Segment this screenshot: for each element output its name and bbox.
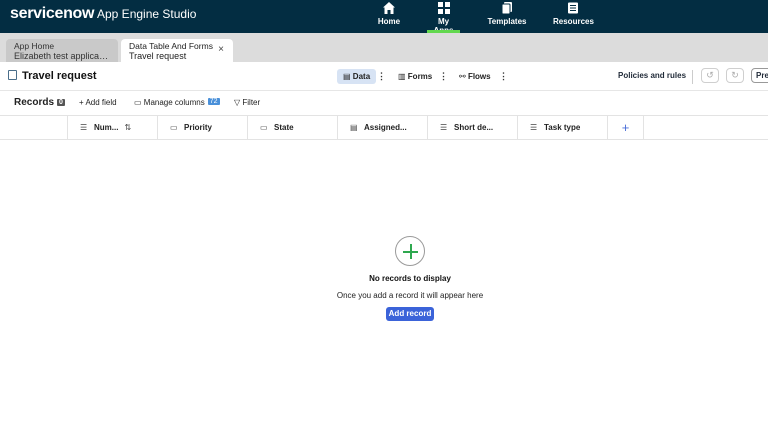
redo-icon[interactable]: ↻ — [726, 68, 744, 83]
manage-columns-button[interactable]: ▭ Manage columns 72 — [134, 98, 220, 107]
data-more-icon[interactable]: ⋮ — [377, 71, 386, 82]
column-header-assigned-label: Assigned... — [364, 123, 407, 132]
nav-templates[interactable]: Templates — [487, 0, 527, 33]
add-column-button[interactable]: + — [608, 116, 644, 140]
column-header-task-type[interactable]: ☰ Task type — [518, 116, 608, 140]
text-field-icon: ☰ — [530, 123, 538, 132]
nav-my-apps[interactable]: My Apps — [427, 0, 460, 35]
choice-field-icon: ▭ — [170, 123, 178, 132]
filter-icon: ▽ — [234, 98, 241, 107]
flows-more-icon[interactable]: ⋮ — [499, 71, 508, 82]
column-header-assigned[interactable]: ▤ Assigned... — [338, 116, 428, 140]
manage-columns-count-badge: 72 — [207, 98, 220, 105]
filter-label: Filter — [242, 98, 261, 107]
segment-flows[interactable]: ⚯ Flows — [453, 69, 497, 84]
form-icon: ▥ — [398, 72, 406, 81]
folder-icon: ▭ — [134, 98, 142, 107]
nav-home[interactable]: Home — [376, 0, 402, 33]
top-navigation: servicenow App Engine Studio Home My App… — [0, 0, 768, 35]
empty-state-title: No records to display — [369, 274, 451, 283]
divider — [692, 70, 693, 84]
column-header-short-description-label: Short de... — [454, 123, 494, 132]
tab-data-table-and-forms[interactable]: Data Table And Forms Travel request × — [121, 39, 233, 62]
row-selector-column — [0, 116, 68, 140]
page-header: Travel request ▤ Data ⋮ ▥ Forms ⋮ ⚯ Flow… — [0, 62, 768, 91]
segment-flows-label: Flows — [467, 72, 491, 81]
tab-strip: App Home Elizabeth test applicati... Dat… — [0, 33, 768, 62]
home-icon — [383, 2, 395, 14]
column-header-task-type-label: Task type — [544, 123, 581, 132]
policies-and-rules-link[interactable]: Policies and rules — [618, 71, 686, 80]
nav-resources-label: Resources — [553, 17, 594, 26]
templates-icon — [501, 2, 512, 15]
segment-data[interactable]: ▤ Data — [337, 69, 377, 84]
add-circle-icon — [395, 236, 425, 266]
segment-forms[interactable]: ▥ Forms — [392, 69, 438, 84]
segment-data-label: Data — [352, 72, 371, 81]
table-icon — [8, 70, 17, 80]
product-name: App Engine Studio — [97, 7, 197, 21]
add-record-button[interactable]: Add record — [386, 307, 434, 321]
nav-home-label: Home — [377, 17, 401, 26]
servicenow-logo[interactable]: servicenow — [10, 5, 94, 23]
reference-field-icon: ▤ — [350, 123, 358, 132]
sort-icon[interactable]: ⇅ — [124, 123, 131, 132]
segment-forms-label: Forms — [407, 72, 433, 81]
column-header-state-label: State — [274, 123, 294, 132]
records-count-badge: 0 — [57, 99, 65, 106]
add-field-button[interactable]: + Add field — [79, 98, 117, 107]
page-title: Travel request — [8, 70, 97, 82]
close-icon[interactable]: × — [218, 45, 224, 55]
book-icon — [568, 2, 578, 14]
text-field-icon: ☰ — [80, 123, 88, 132]
tab-app-home-title: App Home — [14, 41, 55, 51]
tab-data-table-subtitle: Travel request — [129, 51, 187, 61]
column-header-number[interactable]: ☰ Num... ⇅ — [68, 116, 158, 140]
plus-icon: + — [621, 120, 630, 135]
nav-templates-label: Templates — [487, 17, 527, 26]
tab-app-home-subtitle: Elizabeth test applicati... — [14, 51, 110, 61]
text-field-icon: ☰ — [440, 123, 448, 132]
choice-field-icon: ▭ — [260, 123, 268, 132]
records-label: Records — [14, 97, 55, 108]
tab-data-table-title: Data Table And Forms — [129, 41, 213, 51]
flow-icon: ⚯ — [459, 72, 466, 81]
column-header-priority[interactable]: ▭ Priority — [158, 116, 248, 140]
manage-columns-label: Manage columns — [143, 98, 205, 107]
records-toolbar: Records 0 + Add field ▭ Manage columns 72 … — [0, 91, 768, 115]
column-header-short-description[interactable]: ☰ Short de... — [428, 116, 518, 140]
column-header-priority-label: Priority — [184, 123, 213, 132]
forms-more-icon[interactable]: ⋮ — [439, 71, 448, 82]
page-title-text: Travel request — [22, 70, 97, 82]
grid-icon — [437, 2, 450, 14]
undo-icon[interactable]: ↺ — [701, 68, 719, 83]
tab-app-home[interactable]: App Home Elizabeth test applicati... — [6, 39, 118, 62]
column-header-state[interactable]: ▭ State — [248, 116, 338, 140]
preview-button[interactable]: Pre — [751, 68, 768, 83]
filter-button[interactable]: ▽ Filter — [234, 98, 260, 107]
records-heading: Records 0 — [14, 97, 65, 108]
nav-resources[interactable]: Resources — [553, 0, 594, 33]
table-icon: ▤ — [343, 72, 351, 81]
empty-state-subtitle: Once you add a record it will appear her… — [336, 291, 484, 300]
column-header-number-label: Num... — [94, 123, 119, 132]
table-header: ☰ Num... ⇅ ▭ Priority ▭ State ▤ Assigned... ☰… — [0, 115, 768, 140]
